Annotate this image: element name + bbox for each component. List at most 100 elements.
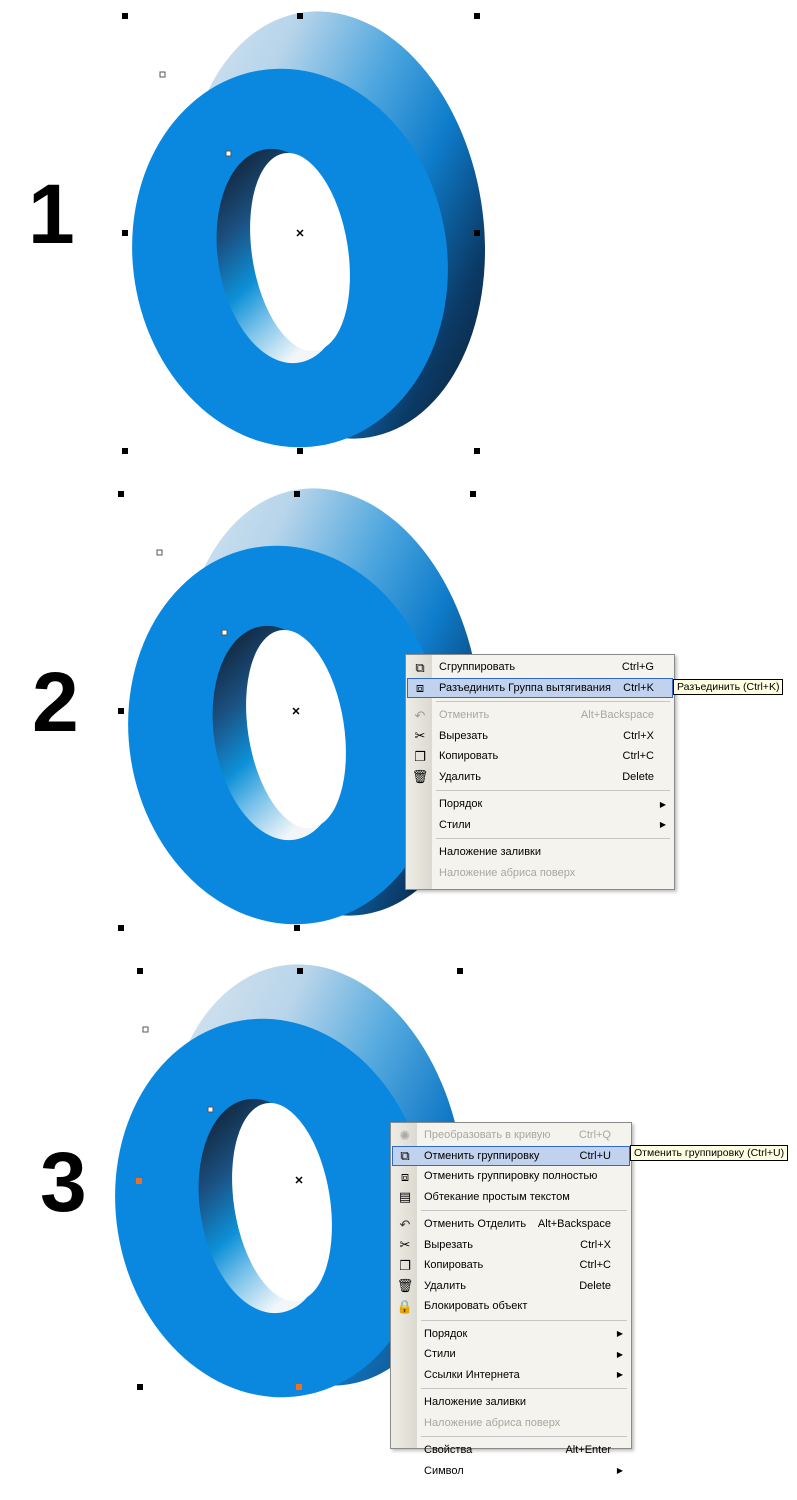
menu-item-shortcut: Ctrl+G bbox=[621, 661, 654, 674]
menu-item-ungroup[interactable]: ⧉ Отменить группировку Ctrl+U bbox=[392, 1145, 630, 1166]
cut-icon: ✂ bbox=[399, 1237, 411, 1253]
menu-item-label: Порядок bbox=[439, 798, 483, 811]
menu-item-shortcut: Alt+Backspace bbox=[580, 709, 654, 722]
menu-item-label: Копировать bbox=[424, 1259, 484, 1272]
menu-item-label: Отменить Отделить bbox=[424, 1218, 527, 1231]
menu-item-shortcut: Ctrl+C bbox=[579, 1259, 611, 1272]
menu-item-label: Наложение абриса поверх bbox=[439, 866, 576, 879]
menu-item-label: Копировать bbox=[439, 750, 499, 763]
menu-separator bbox=[391, 1385, 631, 1392]
menu-item-shortcut: Ctrl+K bbox=[623, 681, 654, 694]
step-1-panel: 1 bbox=[0, 0, 797, 470]
menu-item-shortcut: Ctrl+C bbox=[622, 750, 654, 763]
delete-icon: 🗑 bbox=[396, 1278, 414, 1294]
menu-item-undo[interactable]: ↶ Отменить Отделить Alt+Backspace bbox=[392, 1214, 630, 1235]
group-icon: ⧉ bbox=[415, 659, 425, 675]
menu-item-label: Наложение заливки bbox=[424, 1396, 526, 1409]
submenu-arrow-icon: ▶ bbox=[616, 1329, 623, 1339]
menu-item-label: Свойства bbox=[424, 1444, 473, 1457]
submenu-arrow-icon: ▶ bbox=[659, 820, 666, 830]
menu-item-label: Отменить bbox=[439, 709, 490, 722]
menu-item-label: Блокировать объект bbox=[424, 1300, 528, 1313]
menu-item-break-apart[interactable]: ⧈ Разъединить Группа вытягивания Ctrl+K bbox=[407, 677, 673, 698]
undo-icon: ↶ bbox=[414, 707, 426, 723]
menu-item-shortcut: Ctrl+U bbox=[579, 1149, 611, 1162]
menu-item-overprint-outline[interactable]: Наложение абриса поверх bbox=[407, 863, 673, 884]
menu-item-label: Разъединить Группа вытягивания bbox=[439, 681, 611, 694]
menu-item-overprint-fill[interactable]: Наложение заливки bbox=[407, 842, 673, 863]
menu-item-order[interactable]: Порядок ▶ bbox=[392, 1324, 630, 1345]
menu-item-overprint-fill[interactable]: Наложение заливки bbox=[392, 1392, 630, 1413]
menu-item-shortcut: Delete bbox=[622, 770, 654, 783]
convert-to-curves-icon: ✺ bbox=[399, 1127, 411, 1143]
context-menu: ⧉ Сгруппировать Ctrl+G ⧈ Разъединить Гру… bbox=[405, 654, 675, 890]
menu-item-label: Сгруппировать bbox=[439, 661, 516, 674]
tooltip: Отменить группировку (Ctrl+U) bbox=[630, 1145, 789, 1161]
menu-separator bbox=[406, 787, 674, 794]
extruded-zero-object[interactable] bbox=[0, 0, 797, 470]
menu-item-overprint-outline[interactable]: Наложение абриса поверх bbox=[392, 1413, 630, 1434]
menu-item-lock-object[interactable]: 🔒 Блокировать объект bbox=[392, 1296, 630, 1317]
menu-item-label: Ссылки Интернета bbox=[424, 1368, 520, 1381]
lock-icon: 🔒 bbox=[396, 1298, 414, 1314]
menu-separator bbox=[391, 1317, 631, 1324]
menu-item-styles[interactable]: Стили ▶ bbox=[407, 815, 673, 836]
menu-item-delete[interactable]: 🗑 Удалить Delete bbox=[392, 1276, 630, 1297]
menu-item-shortcut: Ctrl+Q bbox=[578, 1129, 611, 1142]
menu-item-label: Вырезать bbox=[439, 729, 488, 742]
menu-item-cut[interactable]: ✂ Вырезать Ctrl+X bbox=[407, 726, 673, 747]
menu-item-label: Удалить bbox=[439, 770, 481, 783]
menu-item-shortcut: Ctrl+X bbox=[580, 1238, 611, 1251]
menu-item-text-wrap[interactable]: ▤ Обтекание простым текстом bbox=[392, 1187, 630, 1208]
menu-item-properties[interactable]: Свойства Alt+Enter bbox=[392, 1440, 630, 1461]
menu-separator bbox=[391, 1207, 631, 1214]
menu-item-shortcut: Delete bbox=[579, 1279, 611, 1292]
menu-item-label: Порядок bbox=[424, 1327, 468, 1340]
context-menu: ✺ Преобразовать в кривую Ctrl+Q ⧉ Отмени… bbox=[390, 1122, 632, 1477]
menu-item-shortcut: Ctrl+X bbox=[623, 729, 654, 742]
menu-item-cut[interactable]: ✂ Вырезать Ctrl+X bbox=[392, 1235, 630, 1256]
delete-icon: 🗑 bbox=[411, 769, 429, 785]
menu-item-label: Символ bbox=[424, 1464, 464, 1477]
menu-item-label: Наложение абриса поверх bbox=[424, 1416, 561, 1429]
menu-item-styles[interactable]: Стили ▶ bbox=[392, 1344, 630, 1365]
menu-item-label: Отменить группировку bbox=[424, 1149, 540, 1162]
menu-item-label: Наложение заливки bbox=[439, 846, 541, 859]
submenu-arrow-icon: ▶ bbox=[616, 1466, 623, 1476]
cut-icon: ✂ bbox=[414, 728, 426, 744]
extruded-zero-object[interactable] bbox=[0, 480, 797, 950]
menu-item-label: Преобразовать в кривую bbox=[424, 1129, 551, 1142]
copy-icon: ❐ bbox=[414, 748, 426, 764]
menu-separator bbox=[406, 698, 674, 705]
menu-item-delete[interactable]: 🗑 Удалить Delete bbox=[407, 767, 673, 788]
menu-item-internet-links[interactable]: Ссылки Интернета ▶ bbox=[392, 1365, 630, 1386]
text-wrap-icon: ▤ bbox=[398, 1189, 412, 1205]
menu-item-label: Вырезать bbox=[424, 1238, 473, 1251]
submenu-arrow-icon: ▶ bbox=[659, 799, 666, 809]
menu-item-shortcut: Alt+Enter bbox=[565, 1444, 611, 1457]
menu-item-label: Удалить bbox=[424, 1279, 466, 1292]
submenu-arrow-icon: ▶ bbox=[616, 1370, 623, 1380]
undo-icon: ↶ bbox=[399, 1216, 411, 1232]
menu-item-label: Стили bbox=[439, 818, 471, 831]
menu-separator bbox=[406, 835, 674, 842]
ungroup-icon: ⧉ bbox=[400, 1148, 410, 1164]
menu-separator bbox=[391, 1433, 631, 1440]
menu-item-shortcut: Alt+Backspace bbox=[537, 1218, 611, 1231]
menu-item-copy[interactable]: ❐ Копировать Ctrl+C bbox=[407, 746, 673, 767]
step-3-panel: 3 ✺ Преобразовать в кривую Ctrl+Q ⧉ Отме… bbox=[0, 960, 797, 1500]
menu-item-convert-to-curves[interactable]: ✺ Преобразовать в кривую Ctrl+Q bbox=[392, 1125, 630, 1146]
copy-icon: ❐ bbox=[399, 1257, 411, 1273]
menu-item-symbol[interactable]: Символ ▶ bbox=[392, 1461, 630, 1482]
menu-item-group[interactable]: ⧉ Сгруппировать Ctrl+G bbox=[407, 657, 673, 678]
menu-item-copy[interactable]: ❐ Копировать Ctrl+C bbox=[392, 1255, 630, 1276]
ungroup-all-icon: ⧈ bbox=[400, 1168, 410, 1184]
submenu-arrow-icon: ▶ bbox=[616, 1349, 623, 1359]
menu-item-order[interactable]: Порядок ▶ bbox=[407, 794, 673, 815]
menu-item-ungroup-all[interactable]: ⧈ Отменить группировку полностью bbox=[392, 1166, 630, 1187]
menu-item-label: Стили bbox=[424, 1348, 456, 1361]
break-apart-icon: ⧈ bbox=[415, 680, 425, 696]
menu-item-undo[interactable]: ↶ Отменить Alt+Backspace bbox=[407, 705, 673, 726]
menu-item-label: Обтекание простым текстом bbox=[424, 1190, 570, 1203]
tooltip: Разъединить (Ctrl+K) bbox=[673, 679, 784, 695]
